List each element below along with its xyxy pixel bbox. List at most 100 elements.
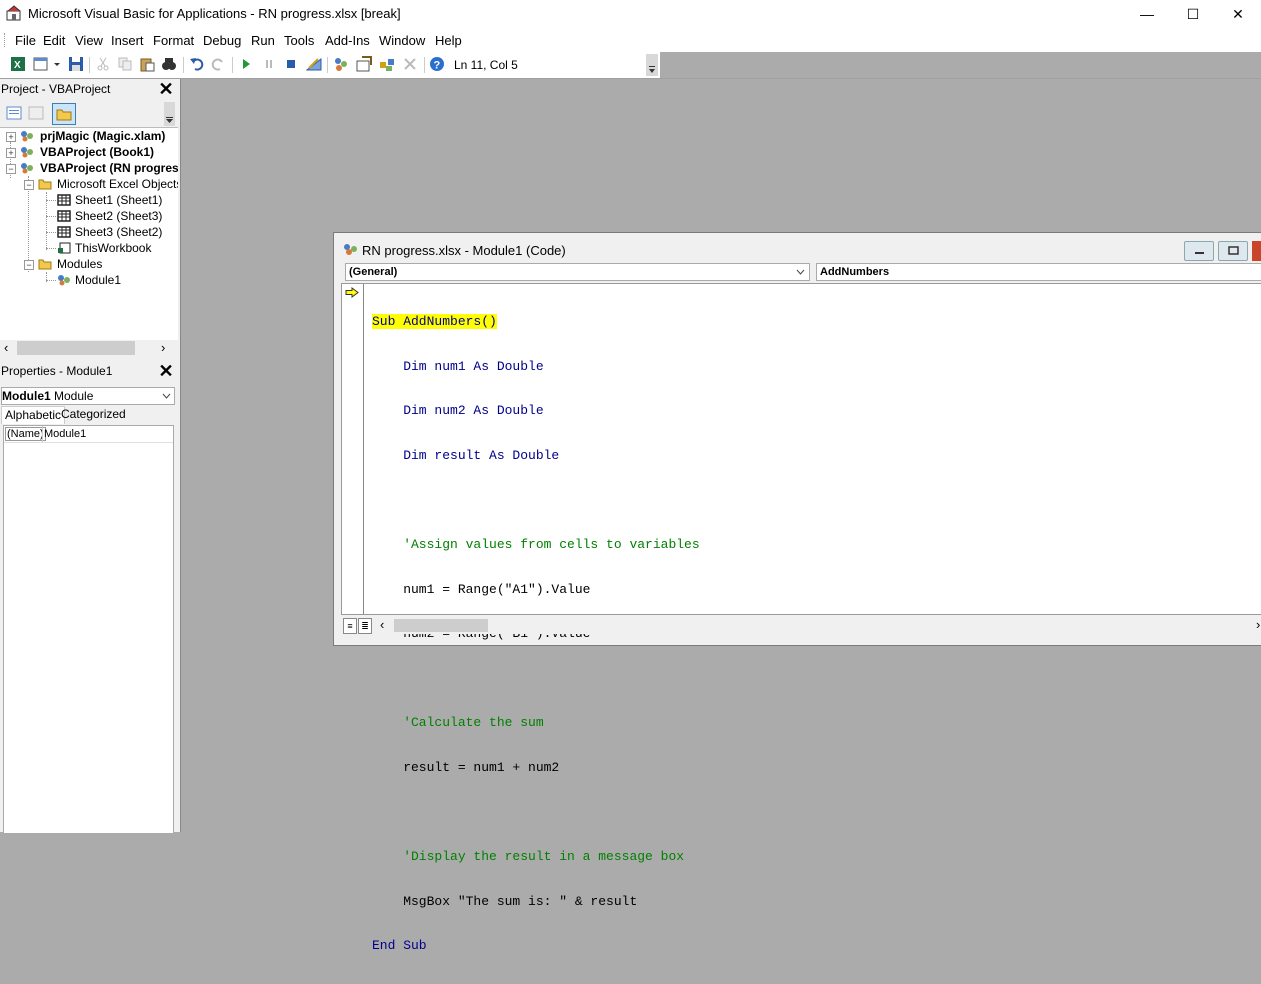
procedure-combo[interactable]: AddNumbers [816,263,1261,281]
tree-item-prjmagic[interactable]: prjMagic (Magic.xlam) [40,128,165,144]
project-tree[interactable]: + prjMagic (Magic.xlam) + VBAProject (Bo… [0,127,178,341]
chevron-down-icon [166,117,173,123]
view-object-icon[interactable] [28,106,44,120]
object-combo[interactable]: (General) [345,263,810,281]
collapse-toggle[interactable]: − [24,180,34,190]
save-icon[interactable] [68,56,84,72]
copy-icon[interactable] [117,56,133,72]
menu-grip[interactable] [4,33,7,47]
tree-item-modules[interactable]: Modules [57,256,102,272]
code-close-button[interactable] [1252,241,1261,261]
close-properties-pane-icon[interactable]: ✕ [157,362,175,380]
tab-categorized[interactable]: Categorized [58,406,129,423]
find-icon[interactable] [161,56,177,72]
collapse-toggle[interactable]: − [6,164,16,174]
redo-icon[interactable] [210,56,226,72]
help-icon[interactable]: ? [429,56,445,72]
close-button[interactable]: ✕ [1215,0,1261,28]
pane-splitter[interactable] [180,79,181,832]
code-line-13: 'Display the result in a message box [372,849,685,865]
dropdown-arrow-icon[interactable] [52,56,62,72]
tree-item-sheet3[interactable]: Sheet3 (Sheet2) [75,224,162,240]
menu-file[interactable]: File [15,33,36,48]
scroll-left-icon[interactable]: ‹ [380,617,384,632]
workbook-icon [58,242,71,254]
insert-userform-icon[interactable] [33,56,49,72]
property-value[interactable]: Module1 [44,428,86,440]
toolbar-divider [0,78,1261,79]
tree-item-thisworkbook[interactable]: ThisWorkbook [75,240,151,256]
toggle-folders-button[interactable] [52,103,76,125]
excel-icon[interactable]: X [10,56,26,72]
toolbar-separator [183,57,184,73]
worksheet-icon [57,226,71,238]
code-line-14: MsgBox "The sum is: " & result [372,893,638,909]
view-code-icon[interactable] [6,106,22,120]
code-window-titlebar[interactable]: RN progress.xlsx - Module1 (Code) [334,233,1261,263]
scroll-right-icon[interactable]: › [1256,617,1260,632]
scroll-left-icon[interactable]: ‹ [4,340,8,355]
code-horizontal-scrollbar[interactable]: ≡ ≣ ‹ › [341,617,1261,634]
design-mode-icon[interactable] [306,56,322,72]
vba-project-icon [21,163,33,174]
tree-item-label: VBAProject (Book1) [40,145,155,159]
scroll-thumb[interactable] [17,341,135,355]
menu-view[interactable]: View [75,33,103,48]
svg-text:X: X [14,60,21,71]
close-project-pane-icon[interactable]: ✕ [157,80,175,98]
reset-icon[interactable] [283,56,299,72]
tab-alphabetic[interactable]: Alphabetic [1,406,66,424]
menu-add-ins[interactable]: Add-Ins [325,33,370,48]
scroll-thumb[interactable] [394,619,488,632]
scroll-right-icon[interactable]: › [161,340,165,355]
expand-toggle[interactable]: + [6,132,16,142]
menu-window[interactable]: Window [379,33,425,48]
project-explorer-icon[interactable] [333,56,349,72]
tree-item-sheet1[interactable]: Sheet1 (Sheet1) [75,192,162,208]
toolbox-icon[interactable] [402,56,418,72]
code-margin-indicator-bar[interactable] [342,284,364,614]
property-row[interactable]: (Name) Module1 [4,426,173,443]
code-window-title: RN progress.xlsx - Module1 (Code) [362,243,566,258]
procedure-view-button[interactable]: ≡ [343,618,357,634]
code-restore-button[interactable] [1218,241,1248,261]
properties-window-icon[interactable] [356,56,372,72]
project-toolbar-scroll[interactable] [164,102,175,126]
menu-format[interactable]: Format [153,33,194,48]
project-tree-scrollbar[interactable]: ‹ › [0,340,178,356]
code-minimize-button[interactable] [1184,241,1214,261]
object-name: Module1 [2,389,51,403]
tree-item-rn-progress[interactable]: VBAProject (RN progress [40,160,178,176]
undo-icon[interactable] [189,56,205,72]
run-icon[interactable] [238,56,254,72]
object-browser-icon[interactable] [379,56,395,72]
menu-run[interactable]: Run [251,33,275,48]
property-divider [42,426,43,442]
collapse-toggle[interactable]: − [24,260,34,270]
paste-icon[interactable] [139,56,155,72]
menu-help[interactable]: Help [435,33,462,48]
toolbar-options-button[interactable] [646,54,658,76]
properties-object-select[interactable]: Module1 Module [1,387,175,405]
full-module-view-button[interactable]: ≣ [358,618,372,634]
tree-item-excel-objects[interactable]: Microsoft Excel Objects [57,176,178,192]
menu-insert[interactable]: Insert [111,33,144,48]
tree-item-label: VBAProject (RN progress [40,161,178,175]
minimize-button[interactable]: — [1124,0,1170,28]
tree-item-module1[interactable]: Module1 [75,272,121,288]
menu-debug[interactable]: Debug [203,33,241,48]
tree-item-book1[interactable]: VBAProject (Book1) [40,144,154,160]
code-line-15: End Sub [372,938,427,954]
code-editor[interactable]: Sub AddNumbers() Dim num1 As Double Dim … [341,283,1261,953]
code-text[interactable]: Sub AddNumbers() Dim num1 As Double Dim … [372,285,700,984]
minimize-icon [1195,252,1204,254]
tree-item-sheet2[interactable]: Sheet2 (Sheet3) [75,208,162,224]
menu-edit[interactable]: Edit [43,33,65,48]
menu-tools[interactable]: Tools [284,33,314,48]
worksheet-icon [57,194,71,206]
break-icon[interactable] [261,56,277,72]
maximize-button[interactable]: ☐ [1170,0,1216,28]
cut-icon[interactable] [95,56,111,72]
expand-toggle[interactable]: + [6,148,16,158]
